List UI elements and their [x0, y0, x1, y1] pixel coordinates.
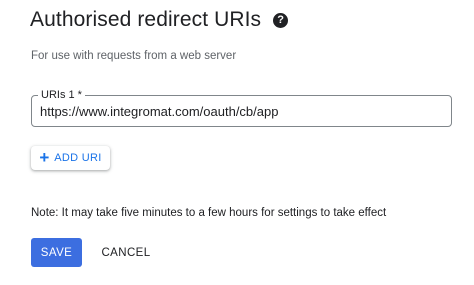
add-uri-button[interactable]: + ADD URI — [31, 146, 110, 170]
section-title: Authorised redirect URIs — [30, 8, 262, 31]
uri-field-label: URIs 1 * — [38, 88, 85, 102]
redirect-uris-section: Authorised redirect URIs ? For use with … — [0, 0, 474, 285]
uri-field[interactable]: URIs 1 * — [31, 88, 452, 127]
uri-input[interactable] — [40, 101, 440, 121]
cancel-button[interactable]: CANCEL — [96, 238, 156, 267]
help-icon[interactable]: ? — [273, 12, 289, 28]
save-button[interactable]: SAVE — [31, 238, 82, 267]
section-header: Authorised redirect URIs ? — [30, 8, 289, 32]
plus-icon: + — [39, 147, 50, 167]
add-uri-label: ADD URI — [54, 152, 102, 164]
settings-note: Note: It may take five minutes to a few … — [31, 207, 387, 219]
section-subtitle: For use with requests from a web server — [31, 50, 237, 62]
